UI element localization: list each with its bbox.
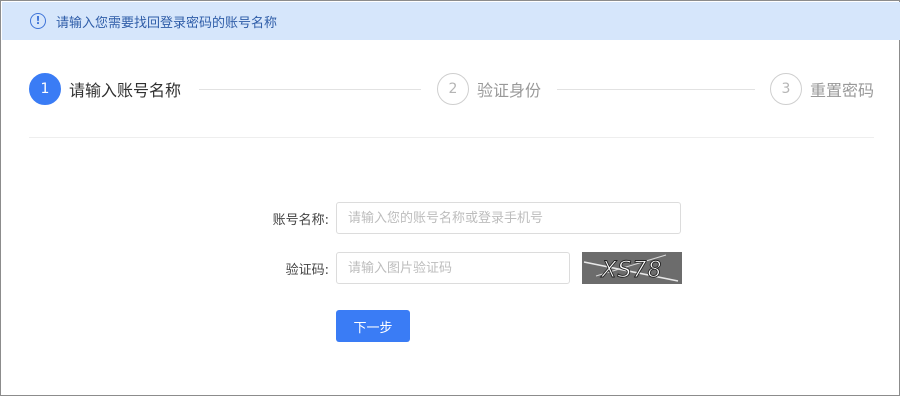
- step-3-number: 3: [770, 73, 802, 105]
- captcha-input[interactable]: [336, 252, 570, 284]
- page-frame: ! 请输入您需要找回登录密码的账号名称 1 请输入账号名称 2 验证身份 3 重…: [0, 0, 900, 396]
- info-circle-icon: !: [30, 13, 46, 29]
- info-alert: ! 请输入您需要找回登录密码的账号名称: [2, 2, 900, 40]
- step-connector: [557, 89, 755, 90]
- account-name-input[interactable]: [336, 202, 681, 234]
- account-row: 账号名称:: [201, 202, 681, 234]
- step-3-label: 重置密码: [810, 81, 875, 100]
- step-connector: [199, 89, 421, 90]
- step-1: 1 请输入账号名称: [29, 71, 181, 107]
- captcha-text: XS78: [600, 258, 662, 283]
- captcha-graphic: XS78: [582, 252, 682, 284]
- step-2: 2 验证身份: [437, 71, 541, 107]
- section-divider: [29, 137, 874, 138]
- step-1-number: 1: [29, 73, 61, 105]
- next-step-button[interactable]: 下一步: [336, 310, 410, 342]
- captcha-label: 验证码:: [285, 262, 329, 278]
- step-indicator: 1 请输入账号名称 2 验证身份 3 重置密码: [29, 71, 874, 109]
- step-2-number: 2: [437, 73, 469, 105]
- step-3: 3 重置密码: [770, 71, 874, 107]
- step-1-label: 请输入账号名称: [69, 81, 182, 100]
- step-2-label: 验证身份: [477, 81, 542, 100]
- alert-message: 请输入您需要找回登录密码的账号名称: [56, 15, 278, 31]
- account-label: 账号名称:: [272, 212, 329, 228]
- captcha-row: 验证码:: [201, 252, 570, 284]
- captcha-image[interactable]: XS78: [582, 252, 682, 284]
